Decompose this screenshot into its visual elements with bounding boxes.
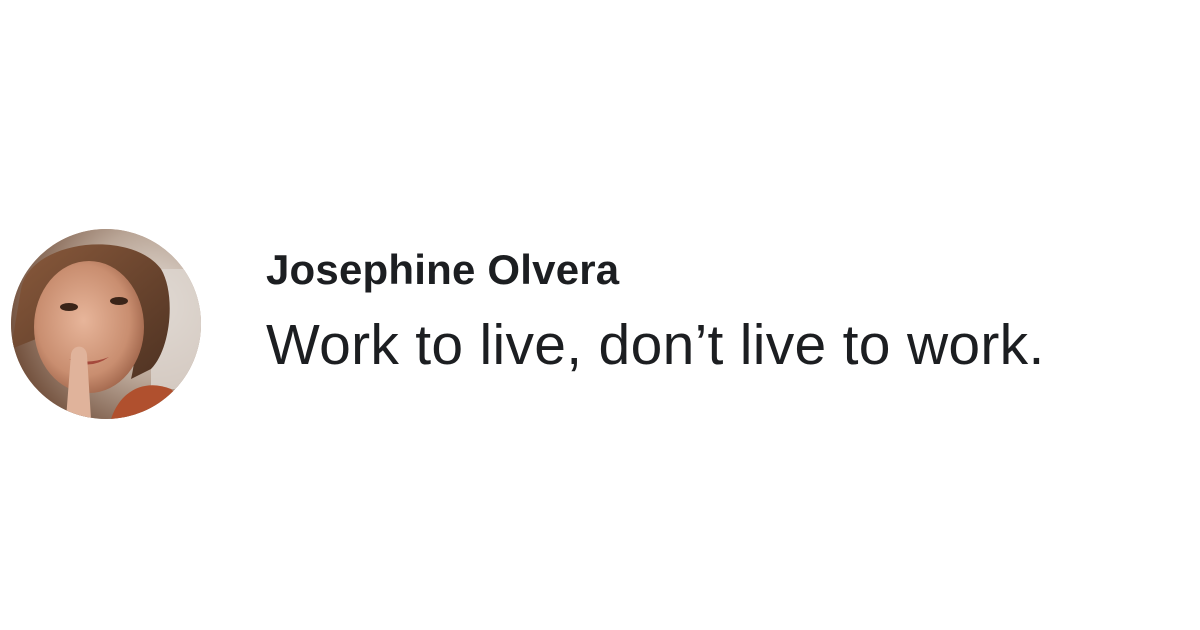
author-name[interactable]: Josephine Olvera	[266, 245, 1186, 295]
profile-photo	[11, 229, 201, 419]
comment-body: Josephine Olvera Work to live, don’t liv…	[266, 245, 1186, 379]
comment-text: Work to live, don’t live to work.	[266, 313, 1045, 378]
avatar[interactable]	[11, 229, 201, 419]
comment: Josephine Olvera Work to live, don’t liv…	[0, 0, 1200, 630]
